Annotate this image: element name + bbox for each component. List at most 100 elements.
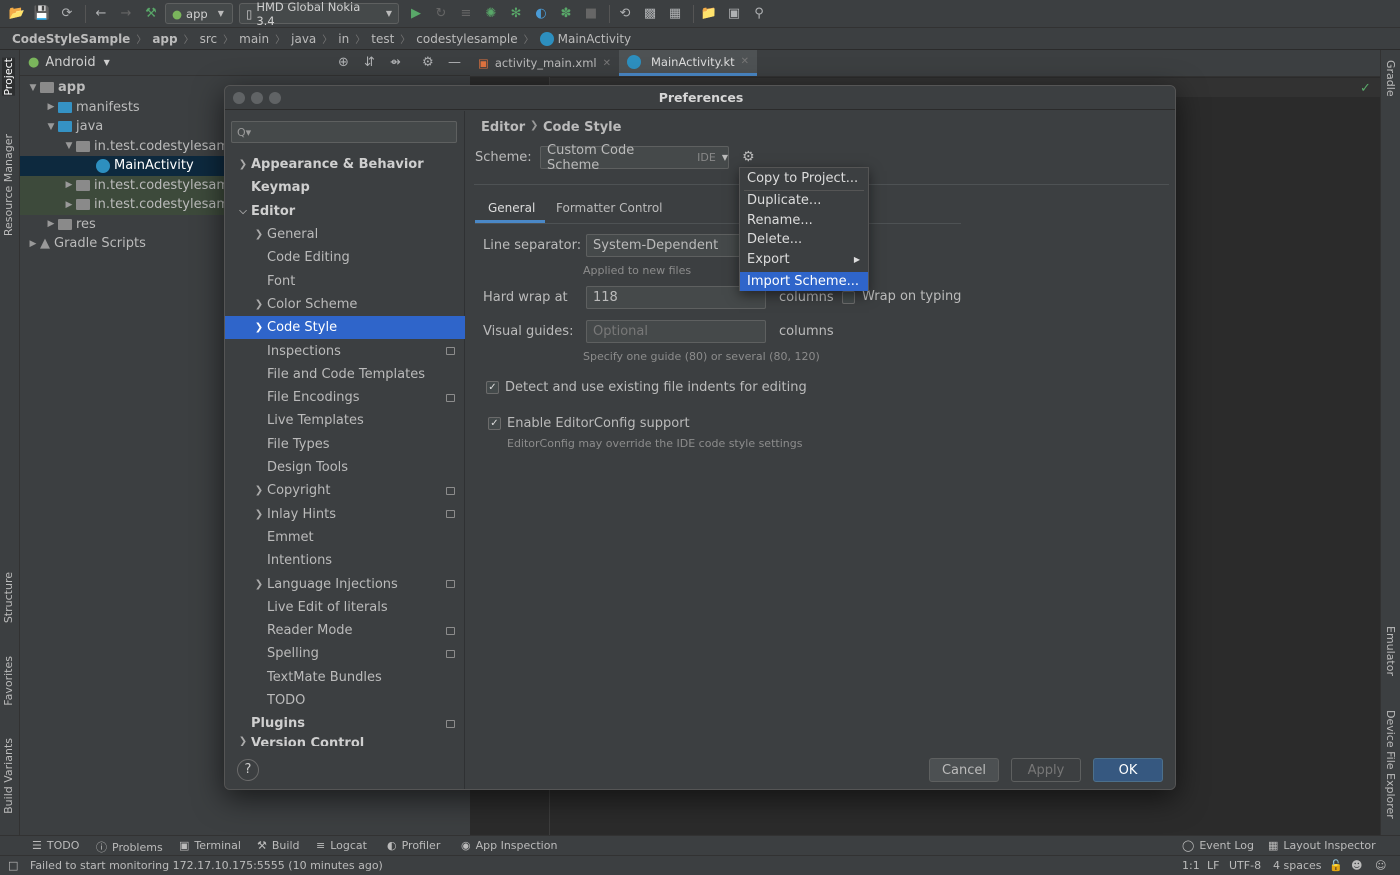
menu-item-rename[interactable]: Rename... bbox=[740, 211, 868, 231]
attach-debugger-icon[interactable]: ✻ bbox=[505, 3, 527, 25]
cancel-button[interactable]: Cancel bbox=[929, 758, 999, 782]
collapse-all-icon[interactable]: ⇴ bbox=[390, 55, 401, 70]
debug-icon[interactable]: ✺ bbox=[480, 3, 502, 25]
debug-attach-icon[interactable]: ✽ bbox=[555, 3, 577, 25]
tab-structure[interactable]: Structure bbox=[2, 572, 15, 623]
nav-copyright[interactable]: ❯ Copyright bbox=[225, 479, 465, 502]
minimize-icon[interactable]: — bbox=[448, 55, 461, 70]
apply-changes-icon[interactable]: ↻ bbox=[430, 3, 452, 25]
line-ending[interactable]: LF bbox=[1207, 859, 1219, 872]
visual-guides-input[interactable]: Optional bbox=[586, 320, 766, 343]
nav-general[interactable]: ❯ General bbox=[225, 223, 465, 246]
sync-icon[interactable]: ⟳ bbox=[56, 3, 78, 25]
inspector-face-icon[interactable]: ☻ bbox=[1351, 859, 1362, 872]
run-config-combo[interactable]: ● app ▼ bbox=[165, 3, 233, 24]
breadcrumb-item-app[interactable]: app bbox=[152, 32, 177, 46]
nav-live-edit-literals[interactable]: Live Edit of literals bbox=[225, 596, 465, 619]
nav-code-editing[interactable]: Code Editing bbox=[225, 246, 465, 269]
tab-device-file-explorer[interactable]: Device File Explorer bbox=[1384, 710, 1397, 819]
tab-mainactivity-kt[interactable]: MainActivity.kt ✕ bbox=[619, 50, 758, 76]
inspection-ok-icon[interactable]: ✓ bbox=[1360, 81, 1371, 96]
tab-formatter-control[interactable]: Formatter Control bbox=[556, 201, 663, 215]
settings-search-input[interactable]: Q▾ bbox=[231, 121, 457, 143]
chevron-down-icon[interactable]: ▼ bbox=[62, 141, 76, 151]
project-structure-icon[interactable]: 📁 bbox=[698, 3, 720, 25]
gradle-sync-icon[interactable]: ⟲ bbox=[614, 3, 636, 25]
device-manager-icon[interactable]: ▩ bbox=[639, 3, 661, 25]
nav-color-scheme[interactable]: ❯ Color Scheme bbox=[225, 293, 465, 316]
save-icon[interactable]: 💾 bbox=[31, 3, 53, 25]
breadcrumb-item-test[interactable]: test bbox=[371, 32, 394, 46]
breadcrumb-item-src[interactable]: src bbox=[200, 32, 218, 46]
chevron-down-icon[interactable]: ▼ bbox=[26, 83, 40, 93]
scheme-select[interactable]: Custom Code Scheme IDE ▼ bbox=[540, 143, 729, 173]
nav-design-tools[interactable]: Design Tools bbox=[225, 456, 465, 479]
chevron-down-icon[interactable]: ▼ bbox=[44, 122, 58, 132]
profiler-icon[interactable]: ◐ bbox=[530, 3, 552, 25]
breadcrumb-item-codestylesample[interactable]: codestylesample bbox=[416, 32, 517, 46]
nav-plugins[interactable]: Plugins bbox=[225, 712, 465, 735]
chevron-down-icon[interactable]: ▼ bbox=[104, 58, 110, 67]
editorconfig-label[interactable]: Enable EditorConfig support bbox=[507, 416, 690, 431]
locate-icon[interactable]: ⊕ bbox=[338, 55, 349, 70]
nav-file-types[interactable]: File Types bbox=[225, 433, 465, 456]
file-encoding[interactable]: UTF-8 bbox=[1229, 859, 1261, 872]
nav-appearance-behavior[interactable]: ❯ Appearance & Behavior bbox=[225, 153, 465, 176]
gear-icon[interactable]: ⚙ bbox=[742, 149, 755, 165]
nav-inlay-hints[interactable]: ❯ Inlay Hints bbox=[225, 503, 465, 526]
nav-keymap[interactable]: Keymap bbox=[225, 176, 465, 199]
feedback-face-icon[interactable]: ☺ bbox=[1375, 859, 1386, 872]
wrap-on-typing-label[interactable]: Wrap on typing bbox=[862, 289, 961, 304]
detect-indents-label[interactable]: Detect and use existing file indents for… bbox=[505, 380, 807, 395]
device-combo[interactable]: ▯ HMD Global Nokia 3.4 ▼ bbox=[239, 0, 399, 28]
nav-version-control[interactable]: ❯ Version Control bbox=[225, 736, 465, 746]
window-zoom-button[interactable] bbox=[269, 92, 281, 104]
status-message[interactable]: Failed to start monitoring 172.17.10.175… bbox=[30, 859, 383, 872]
nav-intentions[interactable]: Intentions bbox=[225, 549, 465, 572]
apply-button[interactable]: Apply bbox=[1011, 758, 1081, 782]
tab-favorites[interactable]: Favorites bbox=[2, 656, 15, 706]
window-close-button[interactable] bbox=[233, 92, 245, 104]
tool-terminal[interactable]: ▣ Terminal bbox=[179, 839, 241, 852]
wrap-on-typing-checkbox[interactable] bbox=[842, 291, 855, 304]
nav-inspections[interactable]: Inspections bbox=[225, 339, 465, 362]
breadcrumb-item-main[interactable]: main bbox=[239, 32, 269, 46]
tab-project[interactable]: Project bbox=[2, 58, 15, 96]
tool-layout-inspector[interactable]: ▦ Layout Inspector bbox=[1268, 839, 1376, 852]
status-toggle-icon[interactable]: □ bbox=[8, 859, 18, 872]
nav-code-style[interactable]: ❯ Code Style bbox=[225, 316, 465, 340]
editorconfig-checkbox[interactable]: ✓ bbox=[488, 417, 501, 430]
nav-reader-mode[interactable]: Reader Mode bbox=[225, 619, 465, 642]
nav-spelling[interactable]: Spelling bbox=[225, 642, 465, 665]
tool-event-log[interactable]: ◯ Event Log bbox=[1182, 839, 1254, 852]
tab-emulator[interactable]: Emulator bbox=[1384, 626, 1397, 676]
help-button[interactable]: ? bbox=[237, 759, 259, 781]
chevron-right-icon[interactable]: ▶ bbox=[62, 180, 76, 190]
stop-icon[interactable]: ■ bbox=[580, 3, 602, 25]
gear-icon[interactable]: ⚙ bbox=[422, 55, 434, 70]
tool-problems[interactable]: ⓘ Problems bbox=[96, 839, 163, 855]
caret-position[interactable]: 1:1 bbox=[1182, 859, 1200, 872]
tool-todo[interactable]: ☰ TODO bbox=[32, 839, 79, 852]
sdk-manager-icon[interactable]: ▦ bbox=[664, 3, 686, 25]
chevron-right-icon[interactable]: ▶ bbox=[44, 219, 58, 229]
menu-item-delete[interactable]: Delete... bbox=[740, 230, 868, 250]
tab-resource-manager[interactable]: Resource Manager bbox=[2, 134, 15, 236]
indent-setting[interactable]: 4 spaces bbox=[1273, 859, 1322, 872]
tool-logcat[interactable]: ≡ Logcat bbox=[316, 839, 367, 852]
close-icon[interactable]: ✕ bbox=[741, 56, 749, 67]
build-hammer-icon[interactable]: ⚒ bbox=[140, 3, 162, 25]
nav-emmet[interactable]: Emmet bbox=[225, 526, 465, 549]
nav-language-injections[interactable]: ❯ Language Injections bbox=[225, 572, 465, 595]
nav-textmate-bundles[interactable]: TextMate Bundles bbox=[225, 666, 465, 689]
nav-file-code-templates[interactable]: File and Code Templates bbox=[225, 363, 465, 386]
menu-item-export[interactable]: Export ▶ bbox=[740, 250, 868, 270]
nav-font[interactable]: Font bbox=[225, 270, 465, 293]
tool-app-inspection[interactable]: ◉ App Inspection bbox=[461, 839, 557, 852]
back-icon[interactable]: ← bbox=[90, 3, 112, 25]
menu-item-copy-to-project[interactable]: Copy to Project... bbox=[740, 169, 868, 189]
tab-activity-main-xml[interactable]: ▣ activity_main.xml ✕ bbox=[470, 50, 619, 76]
run-icon[interactable]: ▶ bbox=[405, 3, 427, 25]
search-icon[interactable]: ⚲ bbox=[748, 3, 770, 25]
tab-gradle[interactable]: Gradle bbox=[1384, 60, 1397, 97]
